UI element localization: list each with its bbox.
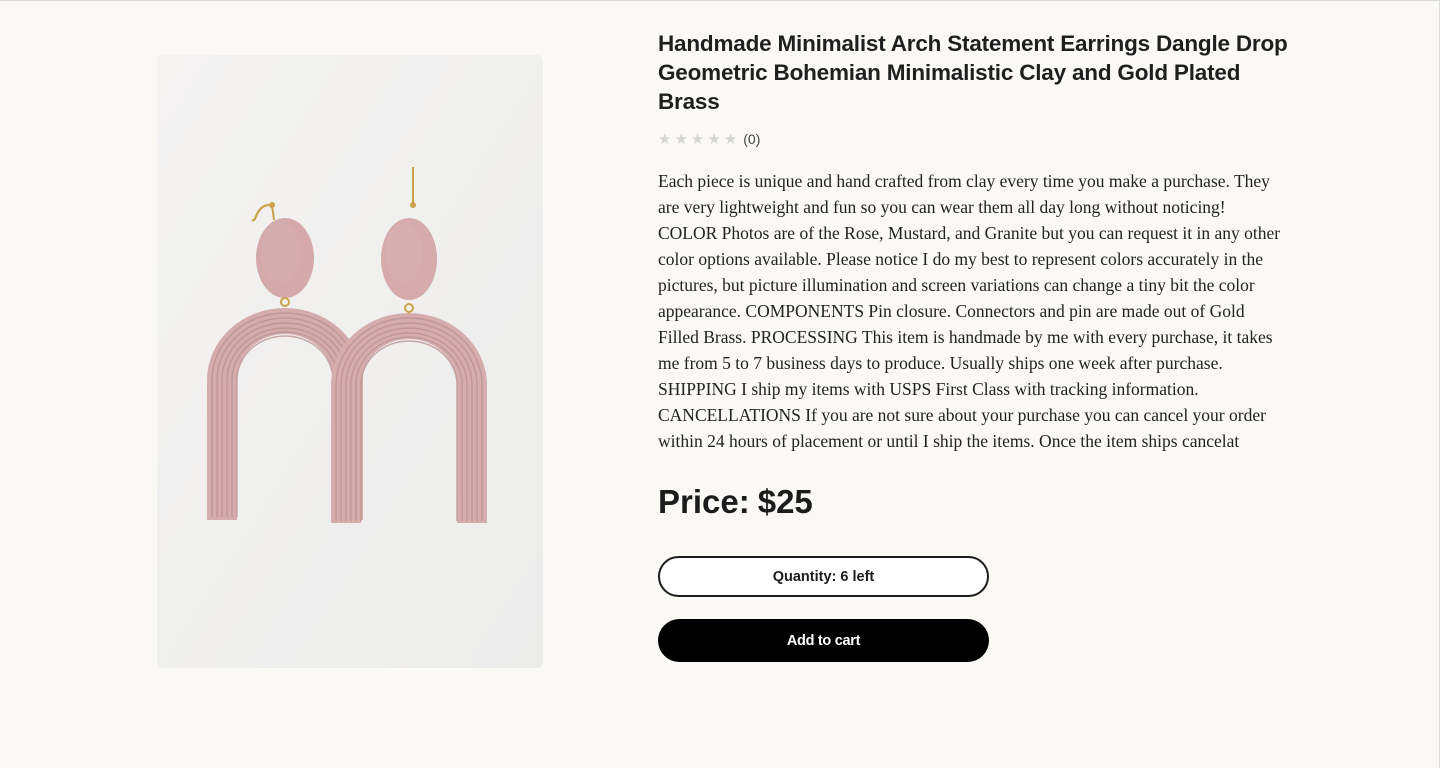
- rating-row[interactable]: ★ ★ ★ ★ ★ (0): [658, 130, 1288, 148]
- price-label: Price:: [658, 483, 750, 520]
- star-icon: ★: [707, 129, 721, 148]
- star-rating: ★ ★ ★ ★ ★: [658, 129, 738, 148]
- earrings-product-photo: [157, 55, 543, 668]
- quantity-button[interactable]: Quantity: 6 left: [658, 556, 989, 597]
- star-icon: ★: [723, 129, 738, 148]
- price: Price: $25: [658, 482, 1288, 522]
- product-details: Handmade Minimalist Arch Statement Earri…: [658, 29, 1288, 662]
- star-icon: ★: [674, 129, 688, 148]
- price-value: $25: [757, 483, 813, 520]
- star-icon: ★: [690, 129, 705, 148]
- add-to-cart-button[interactable]: Add to cart: [658, 619, 989, 662]
- product-title: Handmade Minimalist Arch Statement Earri…: [658, 31, 1288, 114]
- review-count[interactable]: (0): [743, 131, 760, 147]
- product-description: Each piece is unique and hand crafted fr…: [658, 171, 1281, 451]
- product-image[interactable]: [157, 55, 543, 668]
- star-icon: ★: [658, 129, 672, 148]
